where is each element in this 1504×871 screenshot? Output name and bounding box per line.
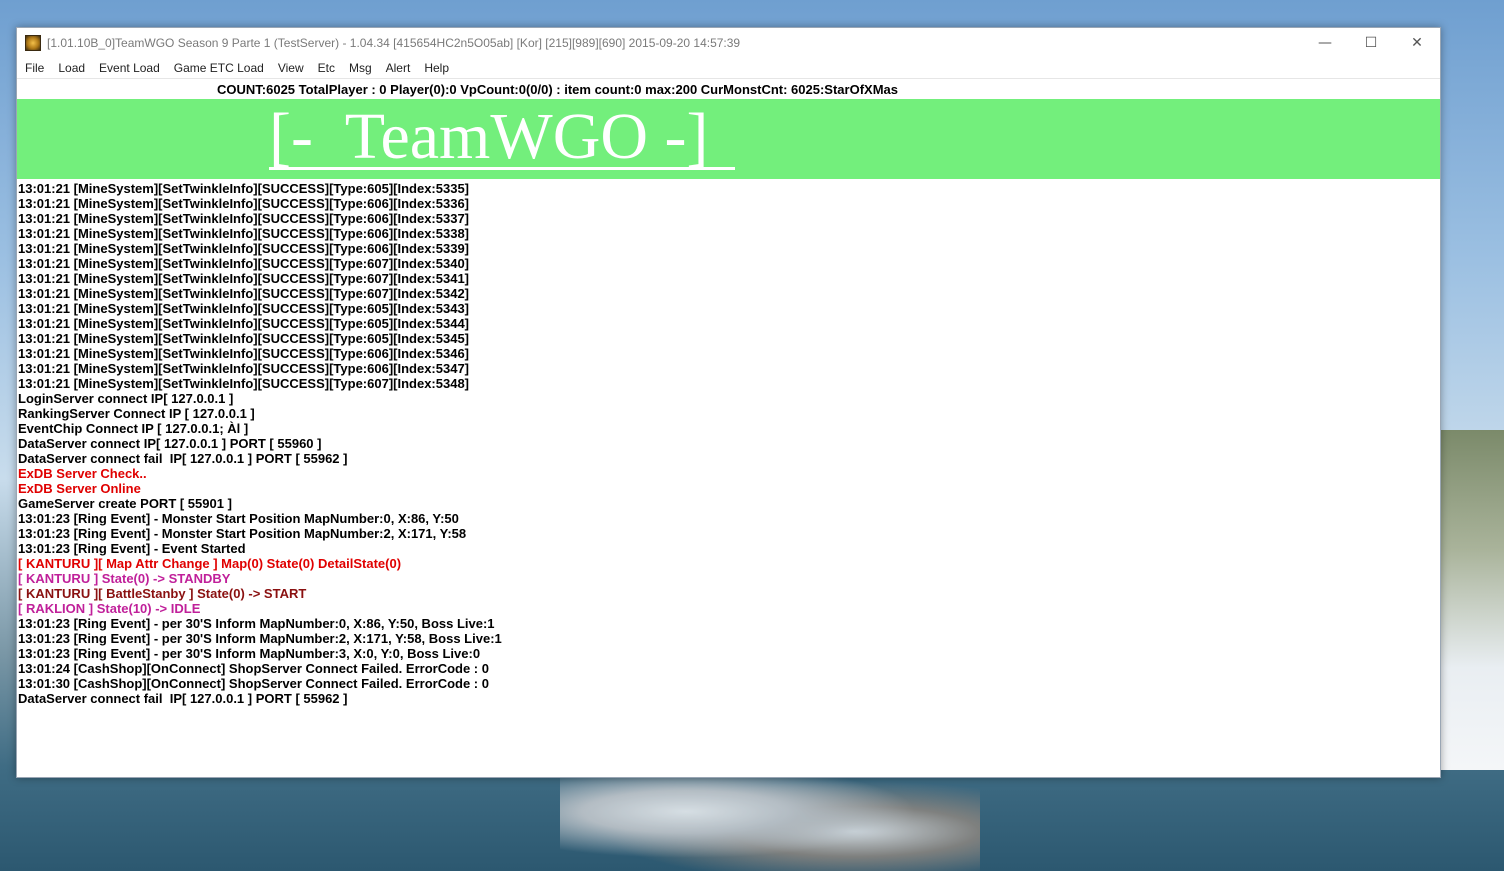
- log-line: 13:01:21 [MineSystem][SetTwinkleInfo][SU…: [18, 286, 470, 301]
- log-line: 13:01:23 [Ring Event] - per 30'S Inform …: [18, 646, 481, 661]
- log-line: 13:01:23 [Ring Event] - per 30'S Inform …: [18, 616, 495, 631]
- log-line: 13:01:23 [Ring Event] - Event Started: [18, 541, 246, 556]
- menu-load[interactable]: Load: [51, 58, 92, 78]
- log-line: 13:01:23 [Ring Event] - Monster Start Po…: [18, 511, 459, 526]
- log-line: EventChip Connect IP [ 127.0.0.1; Àl ]: [18, 421, 249, 436]
- banner-underline: [269, 167, 735, 170]
- log-line: 13:01:21 [MineSystem][SetTwinkleInfo][SU…: [18, 331, 470, 346]
- log-line: 13:01:23 [Ring Event] - per 30'S Inform …: [18, 631, 502, 646]
- maximize-button[interactable]: ☐: [1348, 28, 1394, 58]
- menu-event-load[interactable]: Event Load: [92, 58, 167, 78]
- log-line: 13:01:21 [MineSystem][SetTwinkleInfo][SU…: [18, 361, 470, 376]
- minimize-button[interactable]: —: [1302, 28, 1348, 58]
- log-line: ExDB Server Check..: [18, 466, 147, 481]
- banner-title: [- TeamWGO -]: [269, 100, 709, 173]
- log-line: ExDB Server Online: [18, 481, 141, 496]
- server-status-text: COUNT:6025 TotalPlayer : 0 Player(0):0 V…: [217, 81, 898, 97]
- menu-help[interactable]: Help: [417, 58, 456, 78]
- menu-alert[interactable]: Alert: [379, 58, 418, 78]
- log-line: [ KANTURU ] State(0) -> STANDBY: [18, 571, 231, 586]
- log-line: LoginServer connect IP[ 127.0.0.1 ]: [18, 391, 234, 406]
- menu-msg[interactable]: Msg: [342, 58, 379, 78]
- window-controls: — ☐ ✕: [1302, 28, 1440, 58]
- server-log[interactable]: 13:01:21 [MineSystem][SetTwinkleInfo][SU…: [17, 179, 1440, 706]
- log-line: DataServer connect fail IP[ 127.0.0.1 ] …: [18, 691, 348, 706]
- gameserver-window: [1.01.10B_0]TeamWGO Season 9 Parte 1 (Te…: [16, 27, 1441, 778]
- menu-etc[interactable]: Etc: [311, 58, 342, 78]
- log-line: [ KANTURU ][ Map Attr Change ] Map(0) St…: [18, 556, 402, 571]
- menu-view[interactable]: View: [271, 58, 311, 78]
- log-line: 13:01:21 [MineSystem][SetTwinkleInfo][SU…: [18, 376, 470, 391]
- desktop-wallpaper-tree: [560, 772, 980, 871]
- menu-file[interactable]: File: [18, 58, 51, 78]
- desktop-wallpaper-hill: [1440, 430, 1504, 770]
- log-line: 13:01:24 [CashShop][OnConnect] ShopServe…: [18, 661, 489, 676]
- title-bar[interactable]: [1.01.10B_0]TeamWGO Season 9 Parte 1 (Te…: [17, 28, 1440, 58]
- log-line: DataServer connect fail IP[ 127.0.0.1 ] …: [18, 451, 348, 466]
- close-button[interactable]: ✕: [1394, 28, 1440, 58]
- log-line: [ RAKLION ] State(10) -> IDLE: [18, 601, 201, 616]
- log-line: 13:01:21 [MineSystem][SetTwinkleInfo][SU…: [18, 301, 470, 316]
- log-line: DataServer connect IP[ 127.0.0.1 ] PORT …: [18, 436, 322, 451]
- log-line: [ KANTURU ][ BattleStanby ] State(0) -> …: [18, 586, 307, 601]
- menu-bar: File Load Event Load Game ETC Load View …: [17, 58, 1440, 78]
- log-line: 13:01:21 [MineSystem][SetTwinkleInfo][SU…: [18, 181, 470, 196]
- log-line: 13:01:21 [MineSystem][SetTwinkleInfo][SU…: [18, 211, 470, 226]
- server-status-bar: COUNT:6025 TotalPlayer : 0 Player(0):0 V…: [17, 78, 1440, 99]
- log-line: 13:01:21 [MineSystem][SetTwinkleInfo][SU…: [18, 226, 470, 241]
- log-line: 13:01:21 [MineSystem][SetTwinkleInfo][SU…: [18, 196, 470, 211]
- log-line: 13:01:30 [CashShop][OnConnect] ShopServe…: [18, 676, 489, 691]
- log-line: RankingServer Connect IP [ 127.0.0.1 ]: [18, 406, 255, 421]
- server-banner: [- TeamWGO -]: [17, 99, 1440, 179]
- window-title: [1.01.10B_0]TeamWGO Season 9 Parte 1 (Te…: [47, 36, 741, 50]
- log-line: 13:01:21 [MineSystem][SetTwinkleInfo][SU…: [18, 256, 470, 271]
- log-line: GameServer create PORT [ 55901 ]: [18, 496, 232, 511]
- log-line: 13:01:21 [MineSystem][SetTwinkleInfo][SU…: [18, 316, 470, 331]
- log-line: 13:01:21 [MineSystem][SetTwinkleInfo][SU…: [18, 271, 470, 286]
- log-line: 13:01:21 [MineSystem][SetTwinkleInfo][SU…: [18, 241, 470, 256]
- app-icon[interactable]: [25, 35, 41, 51]
- menu-game-etc-load[interactable]: Game ETC Load: [167, 58, 271, 78]
- log-line: 13:01:21 [MineSystem][SetTwinkleInfo][SU…: [18, 346, 470, 361]
- log-line: 13:01:23 [Ring Event] - Monster Start Po…: [18, 526, 467, 541]
